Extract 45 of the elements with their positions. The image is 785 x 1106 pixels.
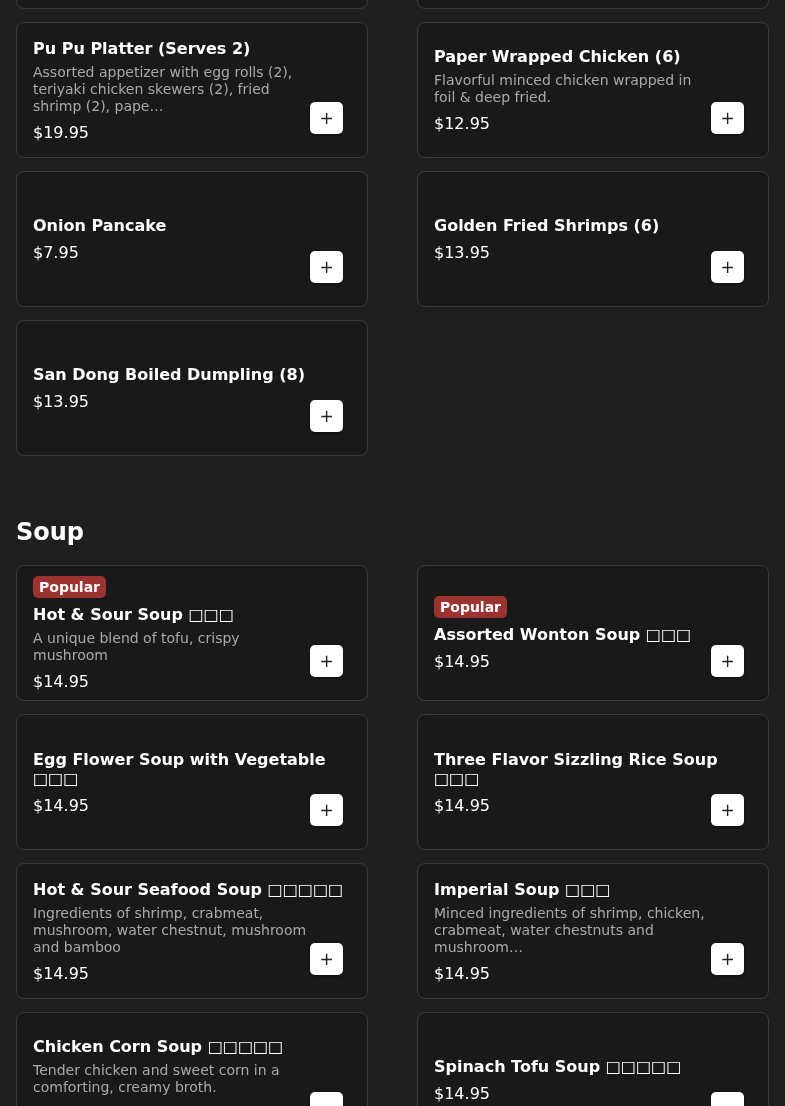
item-price: $14.95 <box>33 795 89 815</box>
item-description: Ingredients of shrimp, crabmeat, mushroom, water chestnut, mushroom and bamboo <box>33 904 307 956</box>
item-name: Pu Pu Platter (Serves 2) <box>33 38 252 58</box>
add-button[interactable]: + <box>711 102 744 134</box>
add-button[interactable]: + <box>711 251 744 283</box>
add-button[interactable]: + <box>310 794 343 826</box>
add-button[interactable]: + <box>310 102 343 134</box>
item-name: Imperial Soup □□□ <box>434 879 612 899</box>
item-price: $14.95 <box>434 1084 490 1103</box>
item-price: $14.95 <box>33 963 89 983</box>
popular-badge: Popular <box>434 595 508 618</box>
item-price: $13.95 <box>33 392 89 411</box>
item-name: Spinach Tofu Soup □□□□□ <box>434 1057 683 1076</box>
item-price: $14.95 <box>434 651 490 671</box>
add-button[interactable]: + <box>711 794 744 826</box>
section-heading: Soup <box>16 518 86 546</box>
add-button[interactable]: + <box>310 943 343 975</box>
item-name: Paper Wrapped Chicken (6) <box>434 47 682 66</box>
item-price: $12.95 <box>434 114 490 133</box>
item-price: $13.95 <box>434 243 490 262</box>
add-button[interactable]: + <box>310 400 343 432</box>
item-name: San Dong Boiled Dumpling (8) <box>33 365 306 384</box>
add-button[interactable]: + <box>310 645 343 677</box>
add-button[interactable]: + <box>310 251 343 283</box>
item-name: Onion Pancake <box>33 216 168 235</box>
item-name: Hot & Sour Seafood Soup □□□□□ <box>33 879 345 899</box>
item-name: Assorted Wonton Soup □□□ <box>434 624 693 644</box>
item-price: $19.95 <box>33 122 89 142</box>
add-button[interactable]: + <box>711 943 744 975</box>
item-description: Minced ingredients of shrimp, chicken, crabmeat, water chestnuts and mushroom… <box>434 904 706 956</box>
item-name: Chicken Corn Soup □□□□□ <box>33 1037 285 1056</box>
item-description: Tender chicken and sweet corn in a comforting, creamy broth. <box>33 1062 281 1096</box>
item-description: Assorted appetizer with egg rolls (2), teriyaki chicken skewers (2), fried shrimp (2), pape… <box>33 63 294 115</box>
item-name: Hot & Sour Soup □□□ <box>33 604 235 624</box>
popular-badge: Popular <box>33 575 107 598</box>
item-price: $14.95 <box>33 671 89 691</box>
add-button[interactable]: + <box>711 645 744 677</box>
item-price: $14.95 <box>434 795 490 815</box>
item-name: Egg Flower Soup with Vegetable □□□ <box>33 749 327 788</box>
item-price: $7.95 <box>33 243 79 262</box>
item-name: Golden Fried Shrimps (6) <box>434 216 661 235</box>
item-price: $14.95 <box>434 963 490 983</box>
item-name: Three Flavor Sizzling Rice Soup □□□ <box>434 749 719 788</box>
item-description: Flavorful minced chicken wrapped in foil & deep fried. <box>434 72 693 106</box>
item-description: A unique blend of tofu, crispy mushroom <box>33 629 241 664</box>
